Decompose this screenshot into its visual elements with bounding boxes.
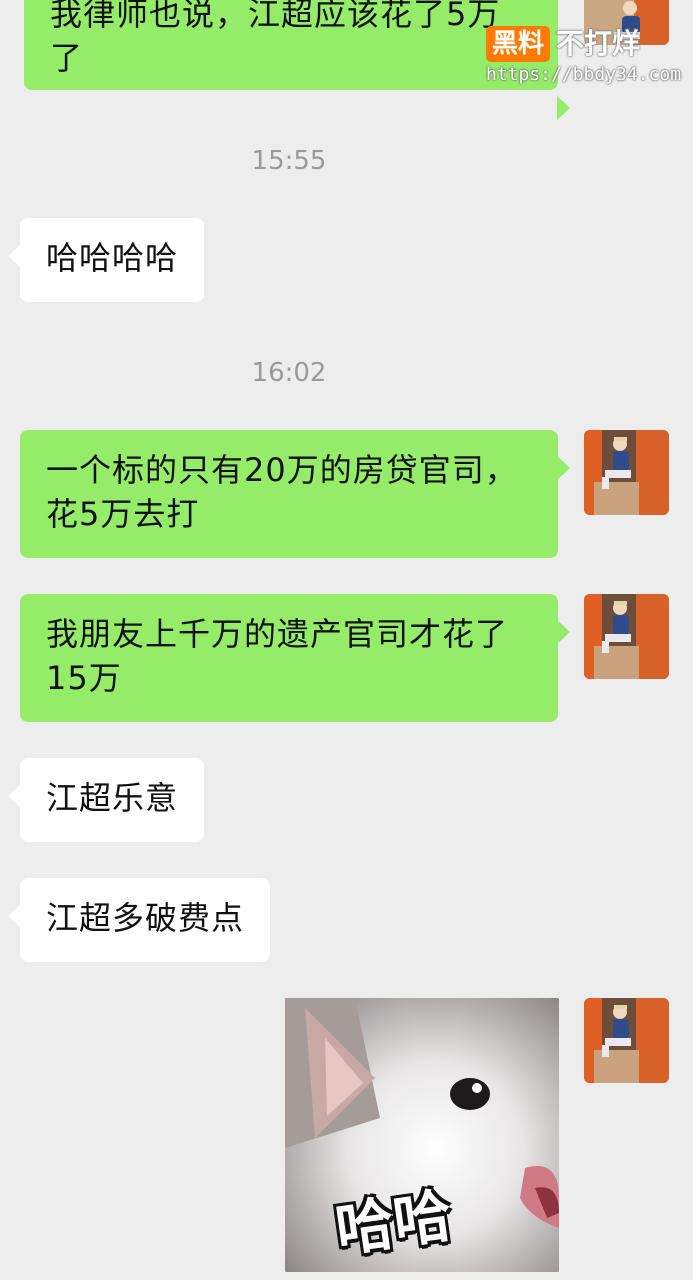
sticker-caption: 哈哈 (331, 1181, 456, 1265)
message-text: 江超乐意 (46, 779, 179, 817)
message-text: 江超多破费点 (46, 899, 245, 937)
message-bubble-incoming[interactable]: 哈哈哈哈 (7, 218, 205, 302)
user-avatar[interactable] (584, 998, 669, 1083)
message-text: 哈哈哈哈 (46, 239, 179, 277)
user-avatar[interactable] (584, 594, 669, 679)
sticker-image[interactable]: 哈哈 (285, 998, 559, 1272)
message-bubble-incoming[interactable]: 江超多破费点 (7, 878, 271, 962)
message-text: 我朋友上千万的遗产官司才花了15万 (46, 615, 509, 697)
message-bubble-incoming[interactable]: 江超乐意 (7, 758, 205, 842)
message-bubble-outgoing[interactable]: 我律师也说，江超应该花了5万了 (24, 0, 570, 120)
message-text: 我律师也说，江超应该花了5万了 (50, 0, 501, 77)
user-avatar[interactable] (584, 430, 669, 515)
watermark-url: https://bbdy34.com (486, 64, 682, 85)
message-bubble-outgoing[interactable]: 一个标的只有20万的房贷官司，花5万去打 (20, 430, 570, 558)
watermark-badge: 黑料 (486, 26, 550, 62)
watermark-logo: 黑料 不打烊 https://bbdy34.com (486, 26, 686, 88)
watermark-brand: 不打烊 (556, 27, 641, 60)
timestamp: 15:55 (251, 146, 327, 176)
message-bubble-outgoing[interactable]: 我朋友上千万的遗产官司才花了15万 (20, 594, 570, 722)
timestamp: 16:02 (251, 358, 327, 388)
message-text: 一个标的只有20万的房贷官司，花5万去打 (46, 451, 518, 533)
